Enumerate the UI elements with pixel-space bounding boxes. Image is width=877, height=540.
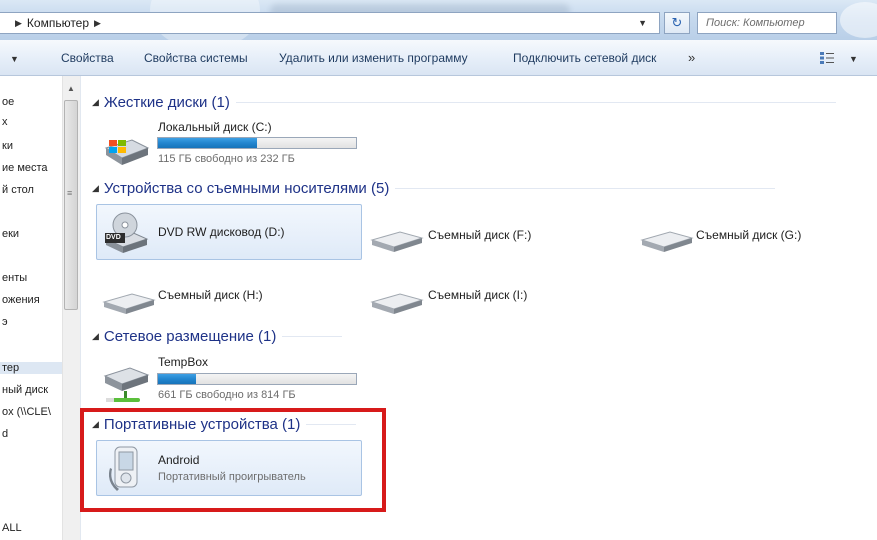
drive-usage-fill bbox=[158, 374, 196, 384]
drive-name: Локальный диск (C:) bbox=[158, 120, 272, 134]
refresh-icon: ↻ bbox=[671, 15, 683, 30]
breadcrumb-arrow-icon[interactable]: ▶ bbox=[94, 18, 101, 29]
group-title: Сетевое размещение (1) bbox=[103, 328, 277, 345]
drive-tile-f[interactable]: Съемный диск (F:) bbox=[366, 216, 606, 256]
removable-disk-icon bbox=[102, 293, 156, 314]
drive-tile-i[interactable]: Съемный диск (I:) bbox=[366, 278, 606, 318]
drive-free-space: 661 ГБ свободно из 814 ГБ bbox=[158, 389, 296, 401]
removable-disk-icon bbox=[370, 293, 424, 314]
scroll-grip-icon: ≡ bbox=[67, 188, 73, 198]
group-title: Устройства со съемными носителями (5) bbox=[103, 180, 390, 197]
highlight-frame bbox=[80, 408, 386, 512]
drive-tile-c[interactable]: Локальный диск (C:) 115 ГБ свободно из 2… bbox=[98, 116, 368, 170]
drive-usage-bar bbox=[157, 137, 357, 149]
organize-dropdown-icon[interactable]: ▼ bbox=[10, 54, 19, 64]
collapse-triangle-icon[interactable]: ◢ bbox=[92, 97, 99, 108]
map-network-drive-button[interactable]: Подключить сетевой диск bbox=[513, 51, 656, 65]
group-divider bbox=[282, 336, 343, 337]
drive-name: DVD RW дисковод (D:) bbox=[158, 225, 285, 239]
nav-item[interactable]: й стол bbox=[2, 184, 34, 196]
nav-item[interactable]: ие места bbox=[2, 162, 48, 174]
drive-usage-bar bbox=[157, 373, 357, 385]
drive-name: Съемный диск (H:) bbox=[158, 288, 263, 302]
nav-item-computer-selected[interactable]: тер bbox=[0, 362, 64, 374]
command-bar: ▼ Свойства Свойства системы Удалить или … bbox=[0, 40, 877, 76]
search-placeholder: Поиск: Компьютер bbox=[706, 17, 805, 29]
hard-drive-icon bbox=[104, 139, 150, 165]
drive-tile-g[interactable]: Съемный диск (G:) bbox=[636, 216, 876, 256]
group-header-hard-drives[interactable]: ◢ Жесткие диски (1) bbox=[92, 94, 836, 111]
drive-name: Съемный диск (I:) bbox=[428, 288, 528, 302]
nav-item[interactable]: ое bbox=[2, 96, 14, 108]
drive-name: Съемный диск (F:) bbox=[428, 228, 532, 242]
breadcrumb-computer[interactable]: Компьютер bbox=[27, 16, 89, 30]
search-input[interactable]: Поиск: Компьютер bbox=[697, 12, 837, 34]
scroll-up-icon[interactable]: ▲ bbox=[67, 84, 75, 93]
removable-disk-icon bbox=[640, 231, 694, 252]
group-title: Жесткие диски (1) bbox=[103, 94, 230, 111]
group-divider bbox=[395, 188, 776, 189]
drive-name: TempBox bbox=[158, 355, 209, 369]
dvd-drive-icon bbox=[104, 212, 149, 253]
system-properties-button[interactable]: Свойства системы bbox=[144, 51, 248, 65]
breadcrumb-arrow-icon[interactable]: ▶ bbox=[15, 18, 22, 29]
address-history-dropdown-icon[interactable]: ▼ bbox=[638, 18, 647, 28]
view-dropdown-icon[interactable]: ▼ bbox=[849, 54, 858, 64]
drive-tile-h[interactable]: Съемный диск (H:) bbox=[98, 278, 338, 318]
dvd-icon-label: DVD bbox=[106, 234, 121, 241]
drive-free-space: 115 ГБ свободно из 232 ГБ bbox=[158, 153, 295, 165]
network-tile-tempbox[interactable]: TempBox 661 ГБ свободно из 814 ГБ bbox=[98, 352, 368, 406]
group-divider bbox=[235, 102, 836, 103]
nav-item[interactable]: ный диск bbox=[2, 384, 48, 396]
nav-item[interactable]: ки bbox=[2, 140, 13, 152]
scroll-thumb[interactable] bbox=[64, 100, 78, 310]
nav-item[interactable]: еки bbox=[2, 228, 19, 240]
address-bar[interactable]: ▶ Компьютер ▶ ▼ bbox=[0, 12, 660, 34]
address-bar-region: ▶ Компьютер ▶ ▼ ↻ Поиск: Компьютер bbox=[0, 0, 877, 50]
nav-item[interactable]: э bbox=[2, 316, 8, 328]
nav-item[interactable]: х bbox=[2, 116, 8, 128]
more-commands-button[interactable]: » bbox=[688, 50, 695, 65]
nav-scrollbar[interactable]: ▲ ≡ bbox=[62, 76, 80, 540]
properties-button[interactable]: Свойства bbox=[61, 51, 114, 65]
uninstall-program-button[interactable]: Удалить или изменить программу bbox=[279, 51, 468, 65]
collapse-triangle-icon[interactable]: ◢ bbox=[92, 183, 99, 194]
blurred-background-glow bbox=[840, 2, 877, 38]
refresh-button[interactable]: ↻ bbox=[664, 12, 690, 34]
nav-item[interactable]: ожения bbox=[2, 294, 40, 306]
network-drive-icon bbox=[103, 367, 150, 402]
group-header-removable[interactable]: ◢ Устройства со съемными носителями (5) bbox=[92, 180, 776, 197]
change-view-icon[interactable] bbox=[820, 52, 834, 64]
removable-disk-icon bbox=[370, 231, 424, 252]
nav-item[interactable]: ALL bbox=[2, 522, 22, 534]
nav-item[interactable]: d bbox=[2, 428, 8, 440]
drive-name: Съемный диск (G:) bbox=[696, 228, 802, 242]
nav-item[interactable]: ox (\\CLE\ bbox=[2, 406, 51, 418]
drive-usage-fill bbox=[158, 138, 257, 148]
collapse-triangle-icon[interactable]: ◢ bbox=[92, 331, 99, 342]
nav-item[interactable]: енты bbox=[2, 272, 27, 284]
group-header-network[interactable]: ◢ Сетевое размещение (1) bbox=[92, 328, 343, 345]
drive-tile-dvd[interactable]: DVD DVD RW дисковод (D:) bbox=[96, 204, 362, 260]
